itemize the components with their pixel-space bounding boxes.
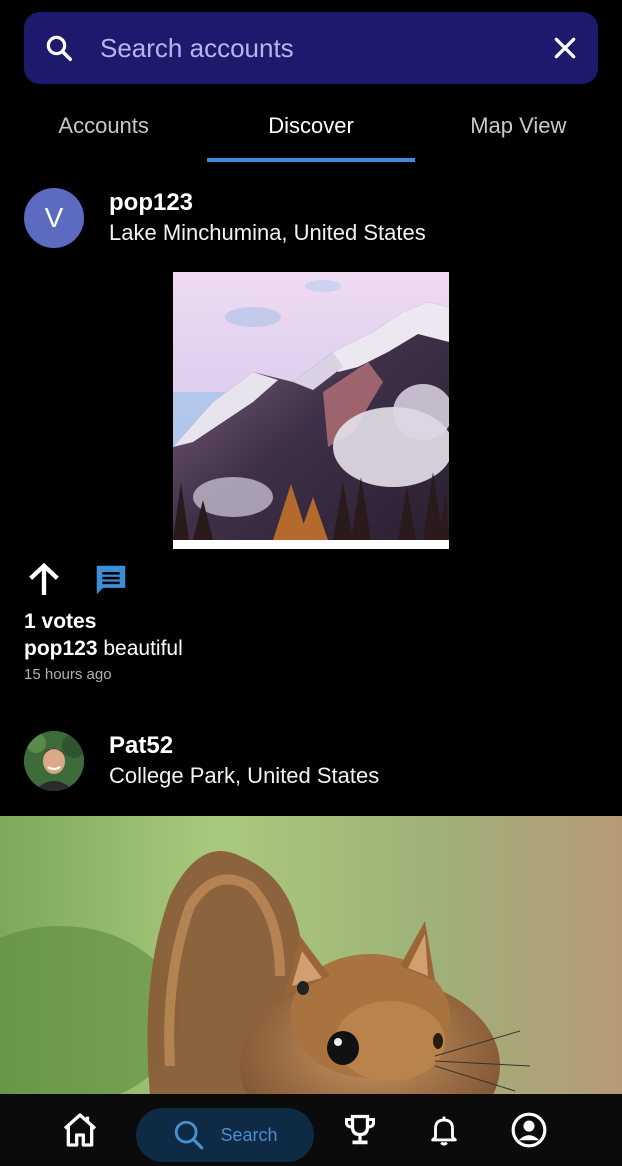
nav-search[interactable]: Search <box>136 1108 314 1162</box>
post-location: College Park, United States <box>109 763 380 788</box>
avatar[interactable]: V <box>24 188 84 248</box>
tab-discover[interactable]: Discover <box>207 96 415 162</box>
trophy-icon <box>345 1114 375 1145</box>
nav-profile[interactable] <box>507 1108 551 1152</box>
post-image-mountain[interactable] <box>173 272 453 549</box>
avatar[interactable] <box>24 731 84 791</box>
bell-icon <box>431 1116 457 1146</box>
account-icon <box>511 1112 547 1148</box>
close-icon[interactable] <box>552 35 578 61</box>
bottom-navigation: Search <box>0 1094 622 1166</box>
post-meta: pop123 Lake Minchumina, United States <box>109 188 426 248</box>
vote-count: 1 votes <box>24 610 97 633</box>
nav-notifications[interactable] <box>422 1108 466 1152</box>
post-image-squirrel[interactable] <box>0 816 622 1156</box>
comment-icon[interactable] <box>92 561 130 599</box>
search-icon <box>175 1120 204 1150</box>
post-username[interactable]: pop123 <box>109 188 426 218</box>
search-icon <box>46 35 72 61</box>
nav-search-label: Search <box>220 1124 278 1145</box>
nav-home[interactable] <box>58 1108 102 1152</box>
post-meta: Pat52 College Park, United States <box>109 731 379 791</box>
tab-bar: Accounts Discover Map View <box>0 96 622 162</box>
caption-username[interactable]: pop123 <box>24 637 98 660</box>
nav-leaderboard[interactable] <box>338 1108 382 1152</box>
search-bar[interactable] <box>24 12 598 84</box>
post-caption: pop123 beautiful <box>24 637 183 661</box>
search-input[interactable] <box>100 32 542 64</box>
post-location: Lake Minchumina, United States <box>109 220 426 245</box>
tab-accounts[interactable]: Accounts <box>0 96 207 162</box>
post-timestamp: 15 hours ago <box>24 666 112 683</box>
caption-text: beautiful <box>103 637 183 660</box>
post-header: V pop123 Lake Minchumina, United States <box>24 188 426 248</box>
post-username[interactable]: Pat52 <box>109 731 379 761</box>
post-actions <box>24 560 130 600</box>
tab-map-view[interactable]: Map View <box>415 96 622 162</box>
post-header: Pat52 College Park, United States <box>24 731 379 791</box>
home-icon <box>63 1113 97 1147</box>
upvote-arrow-icon[interactable] <box>24 560 64 600</box>
